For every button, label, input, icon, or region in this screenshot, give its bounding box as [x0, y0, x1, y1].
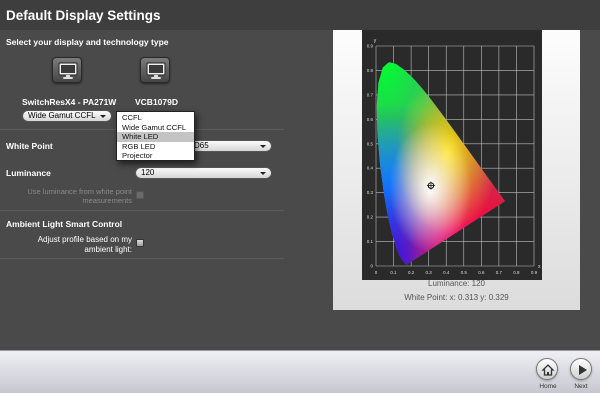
- ambient-checkbox-label: Adjust profile based on my ambient light…: [37, 235, 132, 254]
- display-2-button[interactable]: [140, 57, 170, 83]
- y-tick-label: 0.8: [367, 68, 374, 73]
- luminance-value: 120: [141, 168, 155, 177]
- white-point-label: White Point: [6, 141, 53, 151]
- y-tick-label: 0.6: [367, 117, 374, 122]
- x-tick-label: 0.6: [478, 270, 485, 275]
- chevron-down-icon: [260, 172, 266, 175]
- display-1-technology-select[interactable]: Wide Gamut CCFL: [22, 110, 112, 122]
- chart-white-point-caption: White Point: x: 0.313 y: 0.329: [404, 293, 509, 302]
- technology-dropdown-menu: CCFL Wide Gamut CCFL White LED RGB LED P…: [116, 111, 195, 161]
- chromaticity-chart-card: 0 0.1 0.2 0.3 0.4 0.5 0.6 0.7 0.8 0.9 0 0.1 0.2 0.3 0.…: [333, 30, 580, 310]
- y-tick-label: 0.1: [367, 239, 374, 244]
- x-tick-label: 0.4: [443, 270, 450, 275]
- y-tick-label: 0.5: [367, 141, 374, 146]
- home-label: Home: [539, 383, 557, 390]
- ambient-title: Ambient Light Smart Control: [6, 219, 123, 229]
- ambient-checkbox[interactable]: [136, 239, 144, 247]
- white-point-value: D65: [194, 141, 209, 150]
- footer-bar: Home Next: [0, 350, 600, 393]
- x-tick-label: 0.8: [513, 270, 520, 275]
- luminance-label: Luminance: [6, 168, 51, 178]
- x-tick-label: 0.2: [408, 270, 415, 275]
- use-luminance-label: Use luminance from white point measureme…: [27, 187, 132, 205]
- chromaticity-chart: 0 0.1 0.2 0.3 0.4 0.5 0.6 0.7 0.8 0.900.10.20.30.…: [362, 30, 542, 280]
- chevron-down-icon: [260, 145, 266, 148]
- window-title: Default Display Settings: [6, 8, 161, 23]
- chart-luminance-caption: Luminance: 120: [428, 279, 485, 288]
- x-tick-label: 0.7: [496, 270, 503, 275]
- x-tick-label: 0.5: [461, 270, 468, 275]
- divider: [0, 210, 284, 211]
- home-button[interactable]: [536, 358, 558, 380]
- display-1-name: SwitchResX4 - PA271W: [22, 97, 117, 107]
- chevron-down-icon: [100, 115, 106, 118]
- display-2-name: VCB1079D: [135, 97, 178, 107]
- y-tick-label: 0.7: [367, 92, 374, 97]
- x-tick-label: 0.9: [531, 270, 538, 275]
- dropdown-option-ccfl[interactable]: CCFL: [117, 113, 194, 123]
- technology-select-value: Wide Gamut CCFL: [28, 111, 96, 120]
- dropdown-option-wide-gamut-ccfl[interactable]: Wide Gamut CCFL: [117, 123, 194, 133]
- luminance-select[interactable]: 120: [135, 167, 272, 179]
- next-label: Next: [574, 383, 588, 390]
- dropdown-option-projector[interactable]: Projector: [117, 151, 194, 161]
- dropdown-option-white-led[interactable]: White LED: [117, 132, 194, 142]
- x-tick-label: 0.3: [426, 270, 433, 275]
- dropdown-option-rgb-led[interactable]: RGB LED: [117, 142, 194, 152]
- settings-panel: Select your display and technology type …: [0, 30, 284, 348]
- y-tick-label: 0.9: [367, 44, 374, 49]
- use-luminance-checkbox[interactable]: [136, 191, 144, 199]
- display-1-button[interactable]: [52, 57, 82, 83]
- x-tick-label: 0.1: [390, 270, 397, 275]
- y-tick-label: 0.2: [367, 215, 374, 220]
- divider: [0, 258, 284, 259]
- next-button[interactable]: [570, 358, 592, 380]
- section-subtitle: Select your display and technology type: [6, 37, 169, 47]
- title-bar: Default Display Settings: [0, 0, 600, 30]
- y-tick-label: 0.4: [367, 166, 374, 171]
- y-tick-label: 0.3: [367, 190, 374, 195]
